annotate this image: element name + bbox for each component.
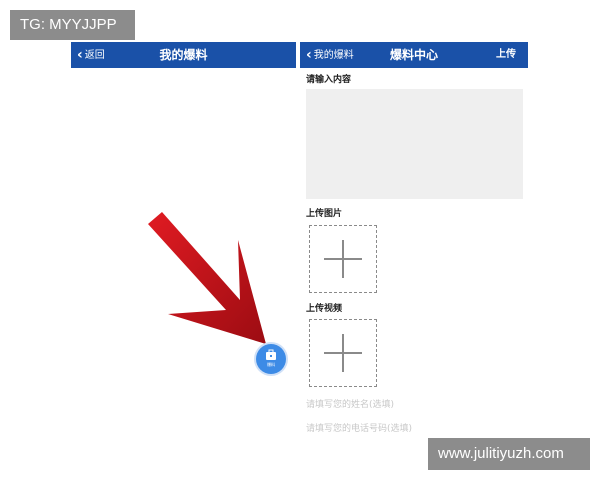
bag-icon — [266, 349, 276, 360]
chevron-left-icon: ‹ — [306, 47, 312, 63]
right-back-label: 我的爆料 — [313, 50, 354, 61]
watermark-url: www.julitiyuzh.com — [428, 438, 590, 470]
name-field[interactable] — [306, 398, 506, 412]
content-input[interactable] — [306, 89, 523, 199]
chevron-left-icon: ‹ — [77, 47, 83, 63]
left-navbar: ‹ 返回 我的爆料 — [71, 42, 296, 68]
fab-label: 爆料 — [267, 362, 275, 367]
video-upload-label: 上传视频 — [306, 304, 343, 314]
upload-button[interactable]: 上传 — [496, 42, 516, 68]
right-navbar: ‹ 我的爆料 爆料中心 上传 — [300, 42, 528, 68]
left-back-button[interactable]: ‹ 返回 — [77, 42, 105, 68]
plus-icon — [324, 334, 362, 372]
image-upload-box[interactable] — [309, 225, 377, 293]
red-arrow — [148, 212, 266, 344]
right-back-button[interactable]: ‹ 我的爆料 — [306, 42, 354, 68]
content-label: 请输入内容 — [306, 75, 352, 85]
watermark-tg: TG: MYYJJPP — [10, 10, 135, 40]
left-back-label: 返回 — [84, 50, 105, 61]
report-fab-button[interactable]: 爆料 — [256, 344, 286, 374]
video-upload-box[interactable] — [309, 319, 377, 387]
image-upload-label: 上传图片 — [306, 209, 343, 219]
phone-field[interactable] — [306, 422, 506, 436]
plus-icon — [324, 240, 362, 278]
